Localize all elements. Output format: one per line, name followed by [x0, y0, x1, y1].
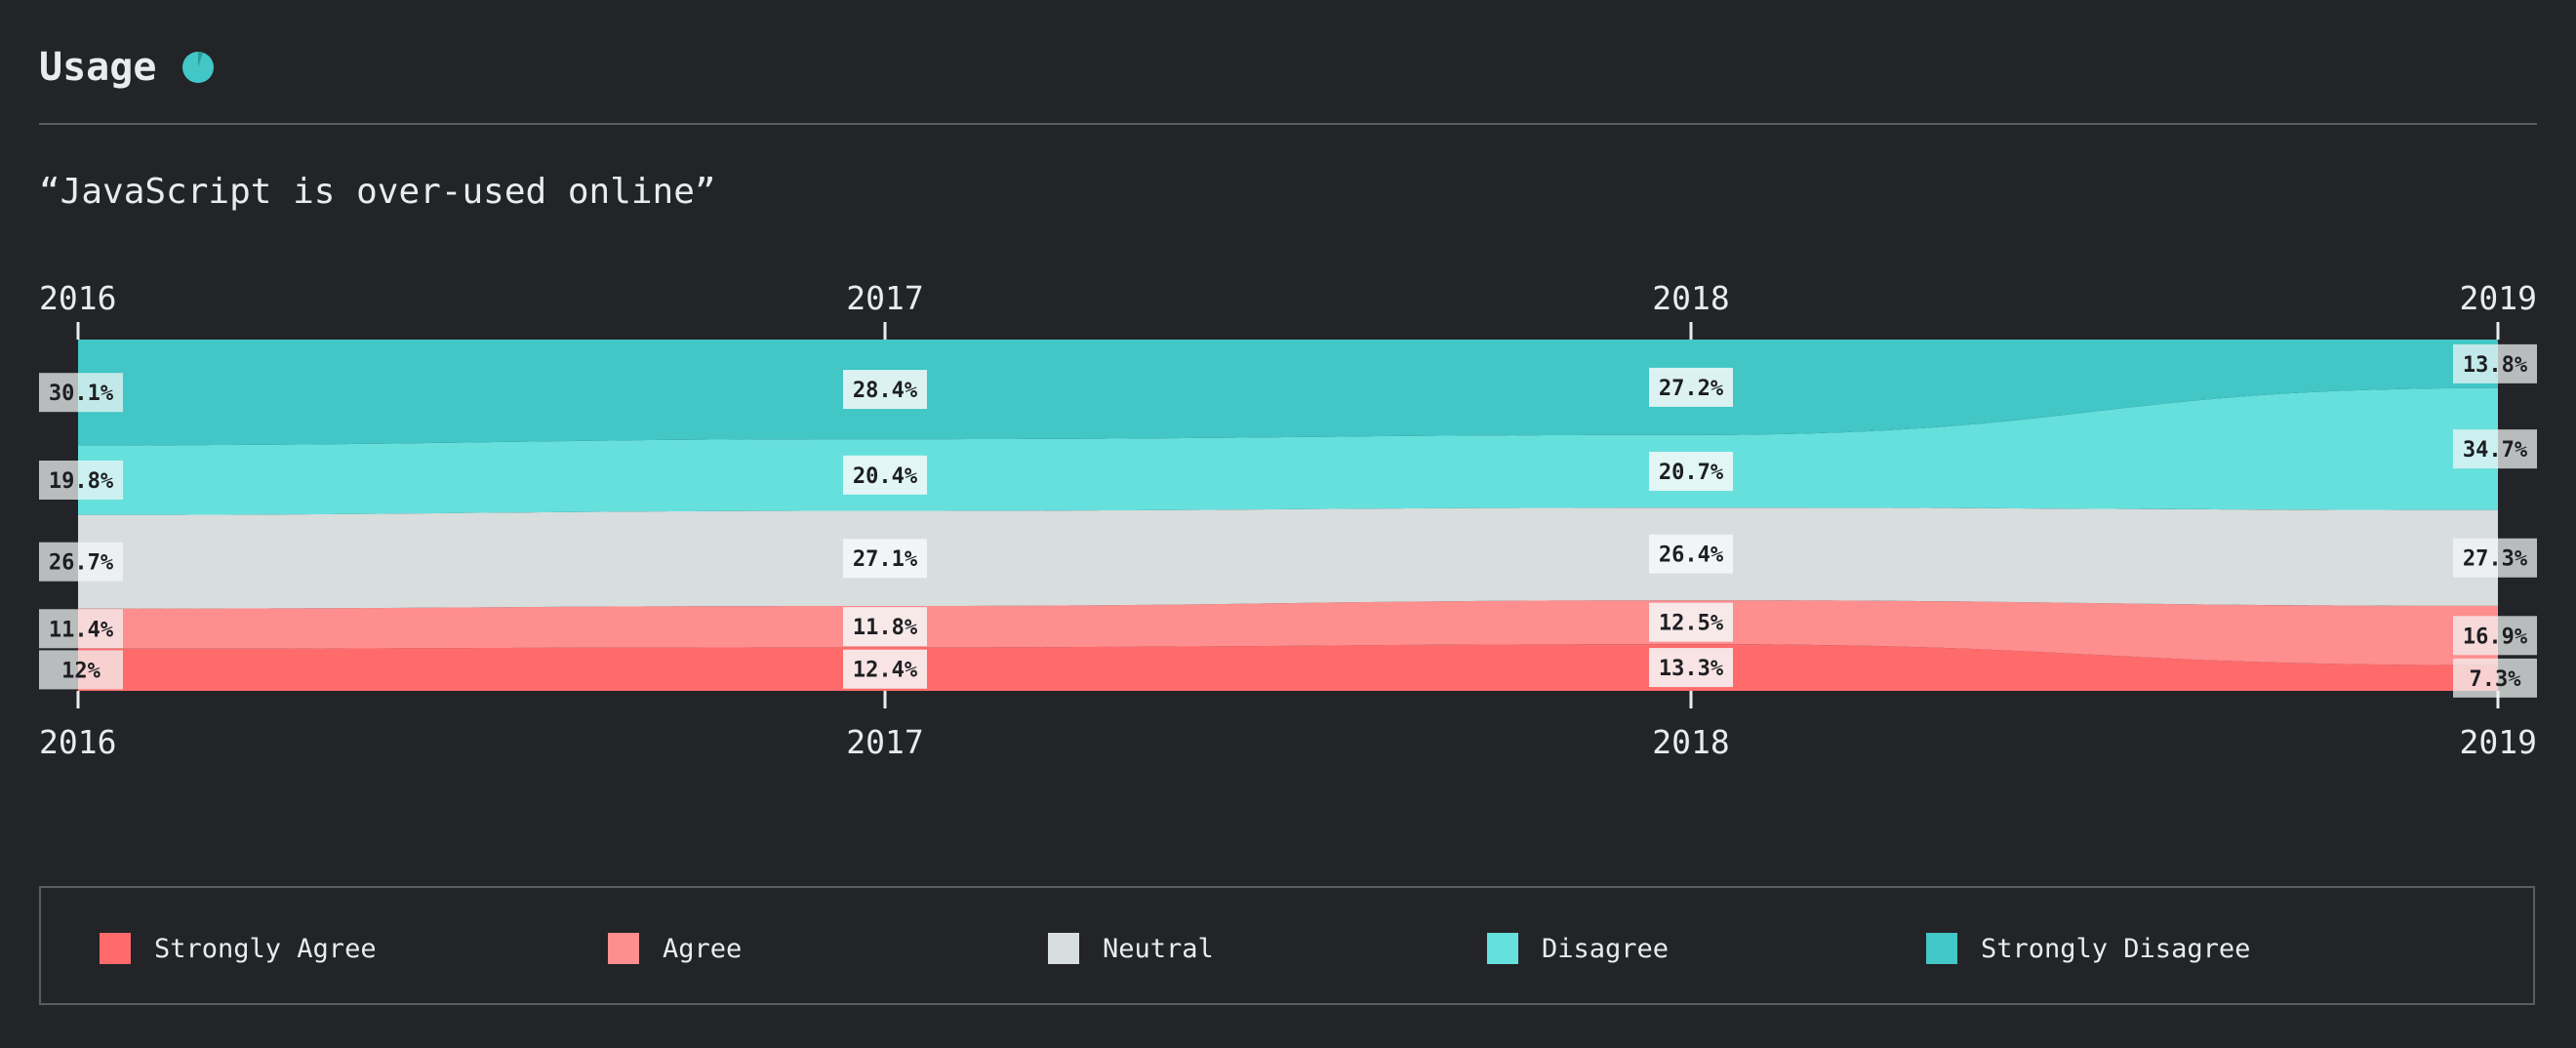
- data-label: 20.7%: [1649, 452, 1733, 492]
- data-label: 26.7%: [39, 542, 123, 582]
- chart-header: Usage: [39, 45, 215, 90]
- x-tick-label-bottom: 2017: [846, 723, 923, 761]
- data-label-text: 26.4%: [1659, 544, 1724, 568]
- data-label-text: 27.1%: [853, 547, 918, 572]
- data-label-text: 20.4%: [853, 464, 918, 489]
- page-title: Usage: [39, 45, 157, 90]
- data-label: 28.4%: [843, 370, 927, 410]
- data-label: 30.1%: [39, 373, 123, 413]
- data-label: 27.3%: [2453, 538, 2537, 578]
- data-label: 7.3%: [2453, 658, 2537, 698]
- data-label-text: 34.7%: [2463, 438, 2528, 463]
- data-label-text: 16.9%: [2463, 625, 2528, 649]
- legend-swatch: [100, 933, 131, 964]
- data-label: 11.4%: [39, 609, 123, 649]
- data-label: 13.8%: [2453, 343, 2537, 383]
- data-label-text: 13.3%: [1659, 657, 1724, 681]
- legend-item-neutral[interactable]: Neutral: [1048, 933, 1214, 964]
- data-label: 11.8%: [843, 607, 927, 647]
- legend-label: Neutral: [1103, 933, 1214, 964]
- data-label: 34.7%: [2453, 429, 2537, 469]
- data-label-text: 27.2%: [1659, 377, 1724, 401]
- band-neutral: [78, 507, 2498, 609]
- data-label-text: 27.3%: [2463, 547, 2528, 572]
- legend-swatch: [1487, 933, 1518, 964]
- data-label: 13.3%: [1649, 648, 1733, 688]
- chart-legend: Strongly Agree Agree Neutral Disagree Strong…: [39, 886, 2535, 1005]
- x-tick-label-bottom: 2019: [2460, 723, 2537, 761]
- data-label-text: 13.8%: [2463, 353, 2528, 378]
- data-label: 16.9%: [2453, 616, 2537, 656]
- legend-item-strongly-agree[interactable]: Strongly Agree: [100, 933, 377, 964]
- header-divider: [39, 123, 2537, 125]
- data-label-text: 20.7%: [1659, 461, 1724, 485]
- data-label: 19.8%: [39, 461, 123, 500]
- stacked-area-chart: 2016 2016 2017 2017 2018 2018 2019 2019 12% 12.4%…: [39, 279, 2537, 761]
- legend-swatch: [608, 933, 639, 964]
- x-tick-label-top: 2018: [1652, 279, 1729, 317]
- data-label-text: 26.7%: [49, 551, 114, 576]
- x-tick-label-top: 2019: [2460, 279, 2537, 317]
- data-label-text: 7.3%: [2470, 667, 2522, 692]
- data-label-text: 11.4%: [49, 618, 114, 642]
- legend-label: Strongly Agree: [154, 933, 377, 964]
- data-label: 27.1%: [843, 539, 927, 579]
- data-label: 20.4%: [843, 455, 927, 495]
- data-label-text: 11.8%: [853, 616, 918, 640]
- legend-swatch: [1048, 933, 1079, 964]
- legend-item-strongly-disagree[interactable]: Strongly Disagree: [1926, 933, 2250, 964]
- data-label: 12%: [39, 650, 123, 690]
- legend-label: Agree: [663, 933, 743, 964]
- data-label: 27.2%: [1649, 367, 1733, 407]
- data-label-text: 12%: [61, 659, 101, 683]
- data-label: 12.4%: [843, 649, 927, 689]
- question-text: “JavaScript is over-used online”: [39, 172, 716, 212]
- data-label-text: 12.4%: [853, 659, 918, 683]
- legend-swatch: [1926, 933, 1957, 964]
- data-label-text: 19.8%: [49, 469, 114, 494]
- data-label-text: 30.1%: [49, 382, 114, 406]
- legend-item-agree[interactable]: Agree: [608, 933, 742, 964]
- x-tick-label-top: 2016: [39, 279, 116, 317]
- data-label-text: 28.4%: [853, 379, 918, 403]
- data-label-text: 12.5%: [1659, 612, 1724, 636]
- x-tick-label-bottom: 2018: [1652, 723, 1729, 761]
- x-tick-label-top: 2017: [846, 279, 923, 317]
- x-tick-label-bottom: 2016: [39, 723, 116, 761]
- data-label: 26.4%: [1649, 534, 1733, 574]
- pie-chart-icon: [181, 51, 215, 84]
- legend-item-disagree[interactable]: Disagree: [1487, 933, 1669, 964]
- data-label: 12.5%: [1649, 602, 1733, 642]
- legend-label: Disagree: [1542, 933, 1670, 964]
- legend-label: Strongly Disagree: [1981, 933, 2251, 964]
